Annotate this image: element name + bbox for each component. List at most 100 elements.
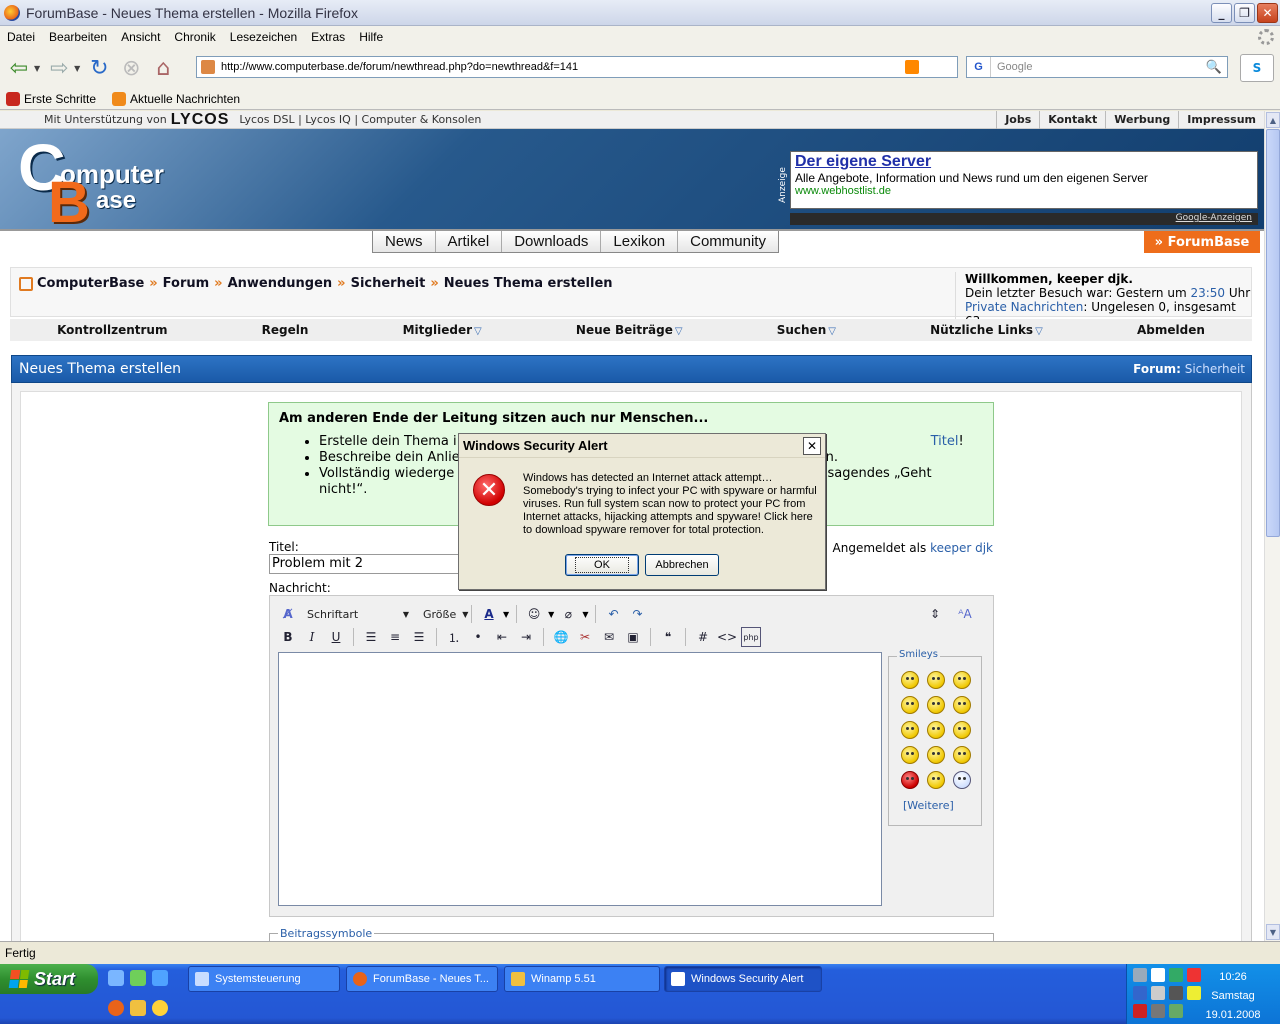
tray-icon[interactable] — [1133, 1004, 1147, 1018]
link-kontakt[interactable]: Kontakt — [1039, 111, 1105, 129]
align-right-icon[interactable]: ☰ — [409, 627, 429, 647]
google-engine-icon[interactable]: G — [967, 57, 991, 77]
private-messages-link[interactable]: Private Nachrichten — [965, 300, 1083, 314]
undo-icon[interactable]: ↶ — [603, 604, 623, 624]
smiley-icon[interactable] — [927, 771, 945, 789]
link-werbung[interactable]: Werbung — [1105, 111, 1178, 129]
dialog-message[interactable]: Windows has detected an Internet attack … — [523, 472, 819, 537]
subnav-kontrollzentrum[interactable]: Kontrollzentrum — [57, 323, 167, 337]
title-input[interactable]: Problem mit 2 — [269, 554, 469, 574]
insert-image-icon[interactable]: ▣ — [623, 627, 643, 647]
subnav-regeln[interactable]: Regeln — [262, 323, 309, 337]
subnav-mitglieder[interactable]: Mitglieder ▽ — [403, 323, 482, 337]
menu-ansicht[interactable]: Ansicht — [114, 30, 167, 44]
url-text[interactable]: http://www.computerbase.de/forum/newthre… — [221, 61, 578, 73]
code-hash-icon[interactable]: # — [693, 627, 713, 647]
close-window-button[interactable]: ✕ — [1257, 3, 1278, 23]
smiley-icon[interactable] — [901, 671, 919, 689]
tray-icon[interactable] — [1151, 968, 1165, 982]
dialog-close-icon[interactable]: ✕ — [803, 437, 821, 455]
quicklaunch-icon[interactable] — [130, 1000, 146, 1016]
nav-news[interactable]: News — [373, 231, 436, 252]
smiley-icon[interactable] — [953, 721, 971, 739]
smiley-icon[interactable] — [901, 696, 919, 714]
task-security-alert[interactable]: Windows Security Alert — [664, 966, 822, 992]
maximize-button[interactable]: ❐ — [1234, 3, 1255, 23]
bold-icon[interactable]: B — [278, 627, 298, 647]
remove-format-icon[interactable]: A̸ — [278, 604, 298, 624]
skype-icon[interactable]: S — [1240, 54, 1274, 82]
menu-lesezeichen[interactable]: Lesezeichen — [223, 30, 304, 44]
chevron-down-icon[interactable]: ▼ — [582, 610, 588, 619]
ad-url[interactable]: www.webhostlist.de — [795, 185, 1253, 197]
quicklaunch-icon[interactable] — [152, 970, 168, 986]
smiley-icon[interactable] — [901, 771, 919, 789]
tray-icon[interactable] — [1151, 1004, 1165, 1018]
home-icon[interactable]: ⌂ — [150, 55, 176, 81]
font-select[interactable]: Schriftart ▼ — [302, 605, 414, 623]
rss-feed-icon[interactable] — [905, 60, 919, 74]
smiley-icon[interactable] — [901, 746, 919, 764]
chevron-down-icon[interactable]: ▼ — [548, 610, 554, 619]
page-scrollbar[interactable]: ▲ ▼ — [1264, 111, 1280, 941]
smiley-icon[interactable] — [927, 746, 945, 764]
scroll-up-icon[interactable]: ▲ — [1266, 112, 1280, 128]
back-history-dropdown[interactable]: ▼ — [34, 64, 40, 73]
home-icon[interactable] — [19, 276, 33, 291]
size-select[interactable]: Größe ▼ — [418, 605, 468, 623]
tray-clock[interactable]: 10:26 Samstag 19.01.2008 — [1198, 968, 1268, 1024]
firefox-quicklaunch-icon[interactable] — [108, 1000, 124, 1016]
subnav-abmelden[interactable]: Abmelden — [1137, 323, 1205, 337]
minimize-button[interactable]: _ — [1211, 3, 1232, 23]
google-ad[interactable]: Der eigene Server Alle Angebote, Informa… — [790, 151, 1258, 209]
smiley-icon[interactable] — [927, 696, 945, 714]
menu-datei[interactable]: Datei — [0, 30, 42, 44]
menu-hilfe[interactable]: Hilfe — [352, 30, 390, 44]
cancel-button[interactable]: Abbrechen — [645, 554, 719, 576]
menu-bearbeiten[interactable]: Bearbeiten — [42, 30, 114, 44]
quicklaunch-icon[interactable] — [130, 970, 146, 986]
insert-email-icon[interactable]: ✉ — [599, 627, 619, 647]
link-impressum[interactable]: Impressum — [1178, 111, 1264, 129]
task-winamp[interactable]: Winamp 5.51 — [504, 966, 660, 992]
more-smileys-link[interactable]: [Weitere] — [903, 799, 954, 812]
start-button[interactable]: Start — [0, 964, 98, 994]
nav-downloads[interactable]: Downloads — [502, 231, 602, 252]
tray-icon[interactable] — [1133, 968, 1147, 982]
nav-community[interactable]: Community — [678, 231, 778, 252]
attachment-icon[interactable]: ⌀ — [558, 604, 578, 624]
nav-artikel[interactable]: Artikel — [436, 231, 503, 252]
scroll-thumb[interactable] — [1266, 129, 1280, 537]
html-code-icon[interactable]: <> — [717, 627, 737, 647]
subnav-suchen[interactable]: Suchen ▽ — [777, 323, 836, 337]
crumb-anwendungen[interactable]: Anwendungen — [228, 276, 333, 291]
task-systemsteuerung[interactable]: Systemsteuerung — [188, 966, 340, 992]
smiley-icon[interactable] — [953, 696, 971, 714]
volume-icon[interactable] — [1169, 986, 1183, 1000]
forumbase-tab[interactable]: » ForumBase — [1144, 231, 1260, 253]
smiley-icon[interactable] — [927, 671, 945, 689]
subnav-neue-beitraege[interactable]: Neue Beiträge ▽ — [576, 323, 683, 337]
ok-button[interactable]: OK — [565, 554, 639, 576]
crumb-computerbase[interactable]: ComputerBase — [37, 276, 144, 291]
url-bar[interactable]: http://www.computerbase.de/forum/newthre… — [196, 56, 979, 78]
ad-title[interactable]: Der eigene Server — [795, 153, 1253, 171]
chevron-down-icon[interactable]: ▼ — [503, 610, 509, 619]
smiley-icon[interactable] — [953, 671, 971, 689]
quicklaunch-icon[interactable] — [152, 1000, 168, 1016]
smiley-icon[interactable]: ☺ — [524, 604, 544, 624]
smiley-icon[interactable] — [927, 721, 945, 739]
reload-icon[interactable]: ↻ — [86, 55, 112, 81]
tray-icon[interactable] — [1151, 986, 1165, 1000]
forward-history-dropdown[interactable]: ▼ — [74, 64, 80, 73]
forum-link[interactable]: Sicherheit — [1185, 362, 1245, 376]
align-left-icon[interactable]: ☰ — [361, 627, 381, 647]
user-link[interactable]: keeper djk — [930, 541, 993, 555]
task-forumbase[interactable]: ForumBase - Neues T... — [346, 966, 498, 992]
ordered-list-icon[interactable]: ⒈ — [444, 627, 464, 647]
search-magnifier-icon[interactable]: 🔍 — [1203, 58, 1225, 76]
insert-link-icon[interactable]: 🌐 — [551, 627, 571, 647]
back-arrow-icon[interactable]: ⇦ — [6, 55, 32, 81]
search-placeholder[interactable]: Google — [997, 61, 1032, 73]
smiley-icon[interactable] — [901, 721, 919, 739]
